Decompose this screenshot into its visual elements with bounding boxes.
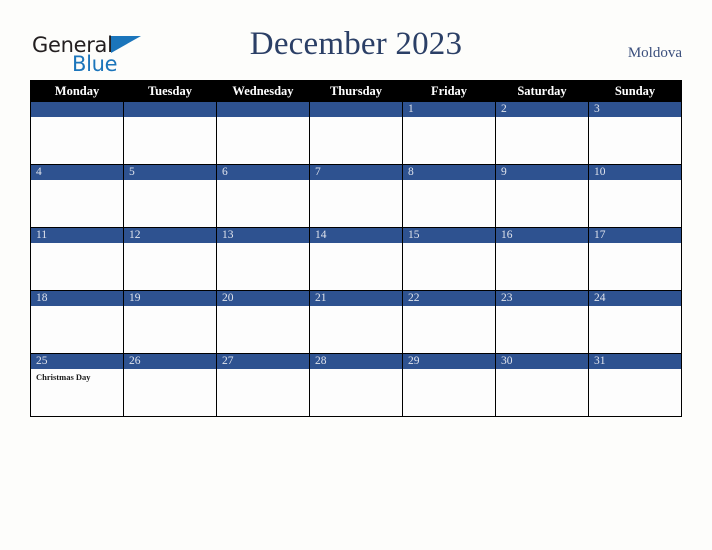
day-number: 17 [589,228,681,243]
calendar-day-cell[interactable]: 16 [495,227,589,291]
page-header: General Blue December 2023 Moldova [0,0,712,80]
day-number: 2 [496,102,588,117]
calendar-page: General Blue December 2023 Moldova Monda… [0,0,712,550]
calendar-day-cell[interactable]: 18 [30,290,124,354]
calendar-day-cell[interactable]: 21 [309,290,403,354]
day-number: 11 [31,228,123,243]
calendar-day-cell[interactable]: 7 [309,164,403,228]
calendar-day-cell[interactable]: 25 Christmas Day [30,353,124,417]
day-number: 14 [310,228,402,243]
calendar-day-cell[interactable] [216,101,310,165]
calendar-day-cell[interactable]: 1 [402,101,496,165]
calendar-body: 1 2 3 4 5 6 7 8 9 10 11 12 13 14 15 16 17 18 19 20 21 22 23 24 2… [30,101,682,417]
calendar-day-cell[interactable] [30,101,124,165]
calendar-day-cell[interactable]: 26 [123,353,217,417]
day-number: 29 [403,354,495,369]
calendar-day-cell[interactable]: 3 [588,101,682,165]
day-number: 18 [31,291,123,306]
calendar-day-cell[interactable]: 17 [588,227,682,291]
day-number [124,102,216,117]
calendar-day-cell[interactable] [309,101,403,165]
calendar-day-cell[interactable]: 12 [123,227,217,291]
calendar-day-cell[interactable] [123,101,217,165]
day-number: 30 [496,354,588,369]
calendar-day-cell[interactable]: 10 [588,164,682,228]
day-number [31,102,123,117]
day-number: 12 [124,228,216,243]
calendar-day-cell[interactable]: 24 [588,290,682,354]
day-number: 15 [403,228,495,243]
day-number: 10 [589,165,681,180]
calendar-day-cell[interactable]: 29 [402,353,496,417]
day-number: 4 [31,165,123,180]
calendar-week-row: 123 [30,101,682,165]
weekday-header-saturday: Saturday [495,80,589,102]
calendar-day-cell[interactable]: 30 [495,353,589,417]
day-number: 16 [496,228,588,243]
day-number: 19 [124,291,216,306]
day-number: 28 [310,354,402,369]
day-number: 31 [589,354,681,369]
calendar-day-cell[interactable]: 15 [402,227,496,291]
weekday-header-wednesday: Wednesday [216,80,310,102]
day-number: 27 [217,354,309,369]
day-number: 13 [217,228,309,243]
calendar-table: Monday Tuesday Wednesday Thursday Friday… [30,80,682,417]
calendar-day-cell[interactable]: 22 [402,290,496,354]
day-number: 23 [496,291,588,306]
calendar-week-row: 25 Christmas Day 26 27 28 29 30 31 [30,353,682,417]
day-number: 1 [403,102,495,117]
country-label: Moldova [627,45,682,61]
calendar-day-cell[interactable]: 31 [588,353,682,417]
calendar-day-cell[interactable]: 2 [495,101,589,165]
day-number: 22 [403,291,495,306]
calendar-day-cell[interactable]: 23 [495,290,589,354]
day-number [310,102,402,117]
weekday-header-monday: Monday [30,80,124,102]
calendar-header-row: Monday Tuesday Wednesday Thursday Friday… [30,80,682,102]
day-number: 7 [310,165,402,180]
calendar-day-cell[interactable]: 5 [123,164,217,228]
calendar-week-row: 11 12 13 14 15 16 17 [30,227,682,291]
weekday-header-thursday: Thursday [309,80,403,102]
calendar-day-cell[interactable]: 11 [30,227,124,291]
day-event-label: Christmas Day [36,372,91,382]
calendar-day-cell[interactable]: 4 [30,164,124,228]
weekday-header-friday: Friday [402,80,496,102]
calendar-day-cell[interactable]: 9 [495,164,589,228]
day-number: 5 [124,165,216,180]
day-number: 9 [496,165,588,180]
day-number: 26 [124,354,216,369]
calendar-day-cell[interactable]: 13 [216,227,310,291]
calendar-day-cell[interactable]: 14 [309,227,403,291]
day-number: 6 [217,165,309,180]
day-number: 20 [217,291,309,306]
day-number: 3 [589,102,681,117]
day-number: 24 [589,291,681,306]
day-number: 25 [31,354,123,369]
calendar-day-cell[interactable]: 19 [123,290,217,354]
weekday-header-sunday: Sunday [588,80,682,102]
calendar-week-row: 18 19 20 21 22 23 24 [30,290,682,354]
page-title: December 2023 [249,26,463,62]
day-number: 21 [310,291,402,306]
day-number [217,102,309,117]
day-number: 8 [403,165,495,180]
calendar-day-cell[interactable]: 27 [216,353,310,417]
calendar-day-cell[interactable]: 6 [216,164,310,228]
calendar-week-row: 4 5 6 7 8 9 10 [30,164,682,228]
calendar-day-cell[interactable]: 8 [402,164,496,228]
calendar-day-cell[interactable]: 20 [216,290,310,354]
weekday-header-tuesday: Tuesday [123,80,217,102]
calendar-day-cell[interactable]: 28 [309,353,403,417]
